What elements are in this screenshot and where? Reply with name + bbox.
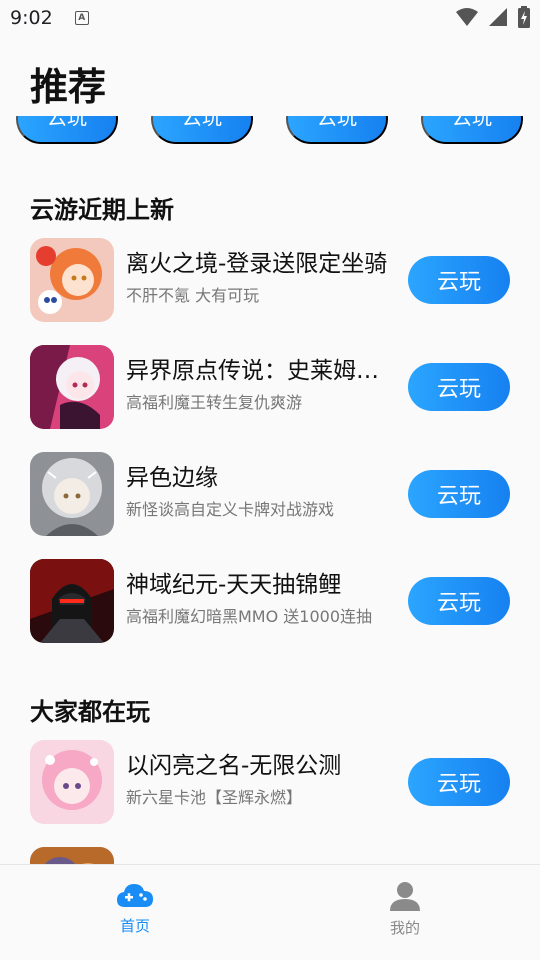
cloud-gamepad-icon xyxy=(117,884,153,907)
bottom-nav: 首页 我的 xyxy=(0,864,540,960)
game-desc: 高福利魔王转生复仇爽游 xyxy=(126,393,303,412)
section-title-popular: 大家都在玩 xyxy=(30,698,150,726)
cloud-play-button[interactable]: 云玩 xyxy=(408,363,510,411)
cloud-play-button[interactable]: 云玩 xyxy=(16,116,118,144)
game-item[interactable]: 离火之境-登录送限定坐骑 不肝不氪 大有可玩 云玩 xyxy=(0,234,540,330)
recommend-scroll-area[interactable]: 云玩 云玩 云玩 云玩 云游近期上新 离火之境-登录送限定坐骑 不肝不氪 大有可… xyxy=(0,116,540,864)
notification-icon: A xyxy=(74,11,89,25)
peek-button-row: 云玩 云玩 云玩 云玩 xyxy=(0,116,540,144)
page-title: 推荐 xyxy=(30,65,107,109)
cloud-play-button[interactable]: 云玩 xyxy=(408,758,510,806)
game-name: 异色边缘 xyxy=(126,465,218,491)
cloud-play-button[interactable]: 云玩 xyxy=(408,470,510,518)
battery-icon xyxy=(518,6,530,28)
game-desc: 新六星卡池【圣辉永燃】 xyxy=(126,788,303,807)
status-time: 9:02 xyxy=(10,7,53,29)
person-icon xyxy=(390,882,420,911)
game-icon xyxy=(30,452,114,536)
nav-mine-label: 我的 xyxy=(389,919,420,937)
game-icon xyxy=(30,559,114,643)
cloud-play-button[interactable]: 云玩 xyxy=(408,256,510,304)
cloud-play-button[interactable]: 云玩 xyxy=(151,116,253,144)
nav-home[interactable]: 首页 xyxy=(0,865,270,960)
game-item[interactable] xyxy=(0,843,540,864)
cloud-play-button[interactable]: 云玩 xyxy=(286,116,388,144)
game-name: 神域纪元-天天抽锦鲤 xyxy=(126,572,342,598)
game-name: 异界原点传说：史莱姆英雄 xyxy=(126,358,390,384)
game-name: 以闪亮之名-无限公测 xyxy=(126,753,342,779)
game-icon xyxy=(30,740,114,824)
cloud-play-button[interactable]: 云玩 xyxy=(408,577,510,625)
game-name: 离火之境-登录送限定坐骑 xyxy=(126,251,388,277)
status-bar: 9:02 A xyxy=(0,0,540,36)
game-item[interactable]: 以闪亮之名-无限公测 新六星卡池【圣辉永燃】 云玩 xyxy=(0,736,540,832)
game-icon xyxy=(30,345,114,429)
cloud-play-button[interactable]: 云玩 xyxy=(421,116,523,144)
signal-icon xyxy=(489,8,507,26)
game-icon xyxy=(30,847,114,864)
game-icon xyxy=(30,238,114,322)
game-item[interactable]: 异界原点传说：史莱姆英雄 高福利魔王转生复仇爽游 云玩 xyxy=(0,341,540,437)
game-desc: 新怪谈高自定义卡牌对战游戏 xyxy=(126,500,335,519)
game-item[interactable]: 异色边缘 新怪谈高自定义卡牌对战游戏 云玩 xyxy=(0,448,540,544)
status-indicators xyxy=(456,6,530,28)
game-desc: 不肝不氪 大有可玩 xyxy=(126,286,260,305)
section-title-recent: 云游近期上新 xyxy=(30,196,174,224)
wifi-icon xyxy=(456,8,478,26)
page-header: 推荐 xyxy=(0,36,540,116)
nav-home-label: 首页 xyxy=(119,917,150,935)
game-item[interactable]: 神域纪元-天天抽锦鲤 高福利魔幻暗黑MMO 送1000连抽 云玩 xyxy=(0,555,540,651)
game-desc: 高福利魔幻暗黑MMO 送1000连抽 xyxy=(126,607,373,626)
nav-mine[interactable]: 我的 xyxy=(270,865,540,960)
